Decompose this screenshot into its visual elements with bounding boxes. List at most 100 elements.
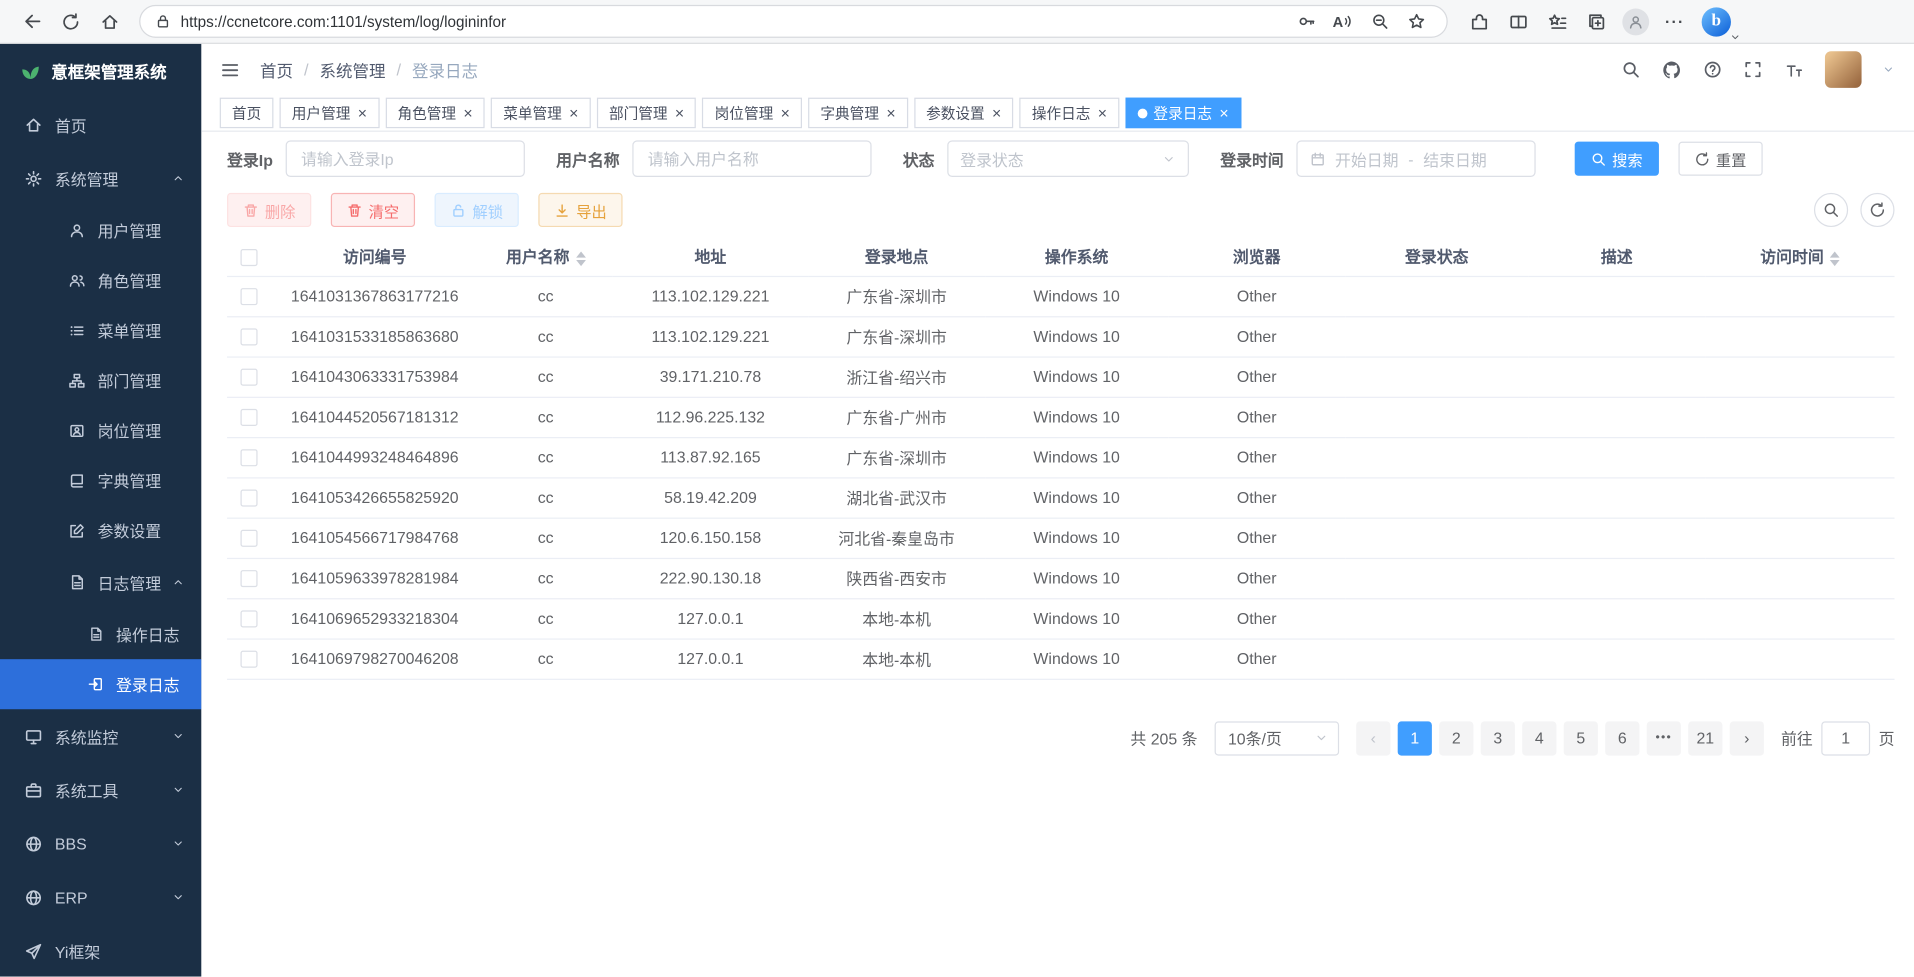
close-tab-icon[interactable]: ×	[781, 105, 790, 121]
tab-operation-log[interactable]: 操作日志×	[1020, 98, 1120, 129]
header-search-icon[interactable]	[1621, 60, 1641, 80]
favorites-bar-icon[interactable]	[1538, 4, 1577, 38]
row-checkbox[interactable]	[240, 369, 257, 386]
browser-refresh-button[interactable]	[51, 4, 90, 38]
row-checkbox[interactable]	[240, 288, 257, 305]
login-ip-input[interactable]	[285, 140, 524, 177]
sidebar-item-dict-mgmt[interactable]: 字典管理	[0, 455, 201, 505]
show-search-icon[interactable]	[1814, 193, 1848, 227]
row-checkbox[interactable]	[240, 490, 257, 507]
close-tab-icon[interactable]: ×	[569, 105, 578, 121]
sidebar-item-operation-log[interactable]: 操作日志	[0, 609, 201, 659]
password-key-icon[interactable]	[1290, 7, 1322, 36]
page-button-1[interactable]: 1	[1398, 721, 1432, 755]
text-size-icon[interactable]	[1783, 60, 1804, 78]
tab-menu-mgmt[interactable]: 菜单管理×	[491, 98, 591, 129]
sidebar-item-system-monitor[interactable]: 系统监控	[0, 709, 201, 763]
fullscreen-icon[interactable]	[1743, 60, 1763, 80]
tab-user-mgmt[interactable]: 用户管理×	[280, 98, 380, 129]
close-tab-icon[interactable]: ×	[463, 105, 472, 121]
tab-dept-mgmt[interactable]: 部门管理×	[597, 98, 697, 129]
tab-home[interactable]: 首页	[220, 98, 274, 129]
app-logo[interactable]: 意框架管理系统	[0, 44, 201, 98]
col-user-name[interactable]: 用户名称	[479, 237, 613, 276]
close-tab-icon[interactable]: ×	[358, 105, 367, 121]
zoom-out-icon[interactable]	[1364, 7, 1396, 36]
sidebar-item-post-mgmt[interactable]: 岗位管理	[0, 405, 201, 455]
sort-caret-icon[interactable]	[1830, 251, 1840, 266]
next-page-button[interactable]: ›	[1730, 721, 1764, 755]
sort-caret-icon[interactable]	[576, 251, 586, 266]
close-tab-icon[interactable]: ×	[675, 105, 684, 121]
tab-param-settings[interactable]: 参数设置×	[914, 98, 1014, 129]
refresh-table-icon[interactable]	[1860, 193, 1894, 227]
reset-button[interactable]: 重置	[1678, 142, 1762, 176]
delete-button[interactable]: 删除	[227, 193, 311, 227]
sidebar-item-login-log[interactable]: 登录日志	[0, 659, 201, 709]
page-button-5[interactable]: 5	[1564, 721, 1598, 755]
col-visit-time[interactable]: 访问时间	[1705, 237, 1894, 276]
breadcrumb-home[interactable]: 首页	[260, 57, 293, 81]
sidebar-item-menu-mgmt[interactable]: 菜单管理	[0, 305, 201, 355]
close-tab-icon[interactable]: ×	[1219, 105, 1228, 121]
tab-dict-mgmt[interactable]: 字典管理×	[808, 98, 908, 129]
user-avatar[interactable]	[1825, 51, 1862, 88]
page-button-2[interactable]: 2	[1439, 721, 1473, 755]
sidebar-item-log-mgmt[interactable]: 日志管理	[0, 555, 201, 609]
browser-profile-avatar[interactable]	[1616, 4, 1655, 38]
page-button-21[interactable]: 21	[1688, 721, 1722, 755]
breadcrumb-system-mgmt[interactable]: 系统管理	[320, 57, 386, 81]
close-tab-icon[interactable]: ×	[1098, 105, 1107, 121]
address-bar[interactable]: https://ccnetcore.com:1101/system/log/lo…	[139, 5, 1448, 38]
row-checkbox[interactable]	[240, 570, 257, 587]
help-icon[interactable]	[1703, 60, 1723, 80]
favorites-star-icon[interactable]	[1400, 7, 1432, 36]
row-checkbox[interactable]	[240, 651, 257, 668]
site-info-lock-icon[interactable]	[155, 13, 171, 29]
page-button-3[interactable]: 3	[1481, 721, 1515, 755]
goto-page-input[interactable]	[1821, 721, 1870, 755]
clear-button[interactable]: 清空	[331, 193, 415, 227]
select-all-checkbox[interactable]	[240, 248, 257, 265]
browser-home-button[interactable]	[90, 4, 129, 38]
collections-icon[interactable]	[1577, 4, 1616, 38]
tab-post-mgmt[interactable]: 岗位管理×	[702, 98, 802, 129]
sidebar-item-system-tools[interactable]: 系统工具	[0, 763, 201, 817]
export-button[interactable]: 导出	[538, 193, 622, 227]
tab-login-log[interactable]: 登录日志×	[1125, 98, 1240, 129]
sidebar-item-param-settings[interactable]: 参数设置	[0, 505, 201, 555]
row-checkbox[interactable]	[240, 409, 257, 426]
browser-back-button[interactable]	[12, 4, 51, 38]
row-checkbox[interactable]	[240, 530, 257, 547]
sidebar-item-home[interactable]: 首页	[0, 98, 201, 152]
sidebar-item-yi-framework[interactable]: Yi框架	[0, 924, 201, 976]
date-range-picker[interactable]: 开始日期 - 结束日期	[1296, 140, 1535, 177]
browser-more-icon[interactable]: ···	[1655, 4, 1694, 38]
close-tab-icon[interactable]: ×	[886, 105, 895, 121]
row-checkbox[interactable]	[240, 450, 257, 467]
github-icon[interactable]	[1661, 59, 1682, 80]
sidebar-item-role-mgmt[interactable]: 角色管理	[0, 255, 201, 305]
sidebar-item-user-mgmt[interactable]: 用户管理	[0, 205, 201, 255]
close-tab-icon[interactable]: ×	[992, 105, 1001, 121]
sidebar-item-erp[interactable]: ERP	[0, 870, 201, 924]
sidebar-toggle-icon[interactable]	[220, 59, 241, 80]
prev-page-button[interactable]: ‹	[1356, 721, 1390, 755]
search-button[interactable]: 搜索	[1574, 142, 1658, 176]
read-aloud-icon[interactable]: A	[1327, 7, 1359, 36]
url-text[interactable]: https://ccnetcore.com:1101/system/log/lo…	[181, 13, 1286, 30]
page-button-4[interactable]: 4	[1522, 721, 1556, 755]
extensions-puzzle-icon[interactable]	[1460, 4, 1499, 38]
more-pages-icon[interactable]: •••	[1647, 721, 1681, 755]
sidebar-item-dept-mgmt[interactable]: 部门管理	[0, 355, 201, 405]
split-screen-icon[interactable]	[1499, 4, 1538, 38]
sidebar-item-bbs[interactable]: BBS	[0, 817, 201, 871]
bing-copilot-icon[interactable]: b	[1702, 7, 1731, 36]
page-size-select[interactable]: 10条/页	[1215, 721, 1340, 755]
user-name-input[interactable]	[632, 140, 871, 177]
row-checkbox[interactable]	[240, 329, 257, 346]
page-button-6[interactable]: 6	[1605, 721, 1639, 755]
status-select[interactable]: 登录状态	[947, 140, 1189, 177]
sidebar-item-system-mgmt[interactable]: 系统管理	[0, 151, 201, 205]
tab-role-mgmt[interactable]: 角色管理×	[385, 98, 485, 129]
